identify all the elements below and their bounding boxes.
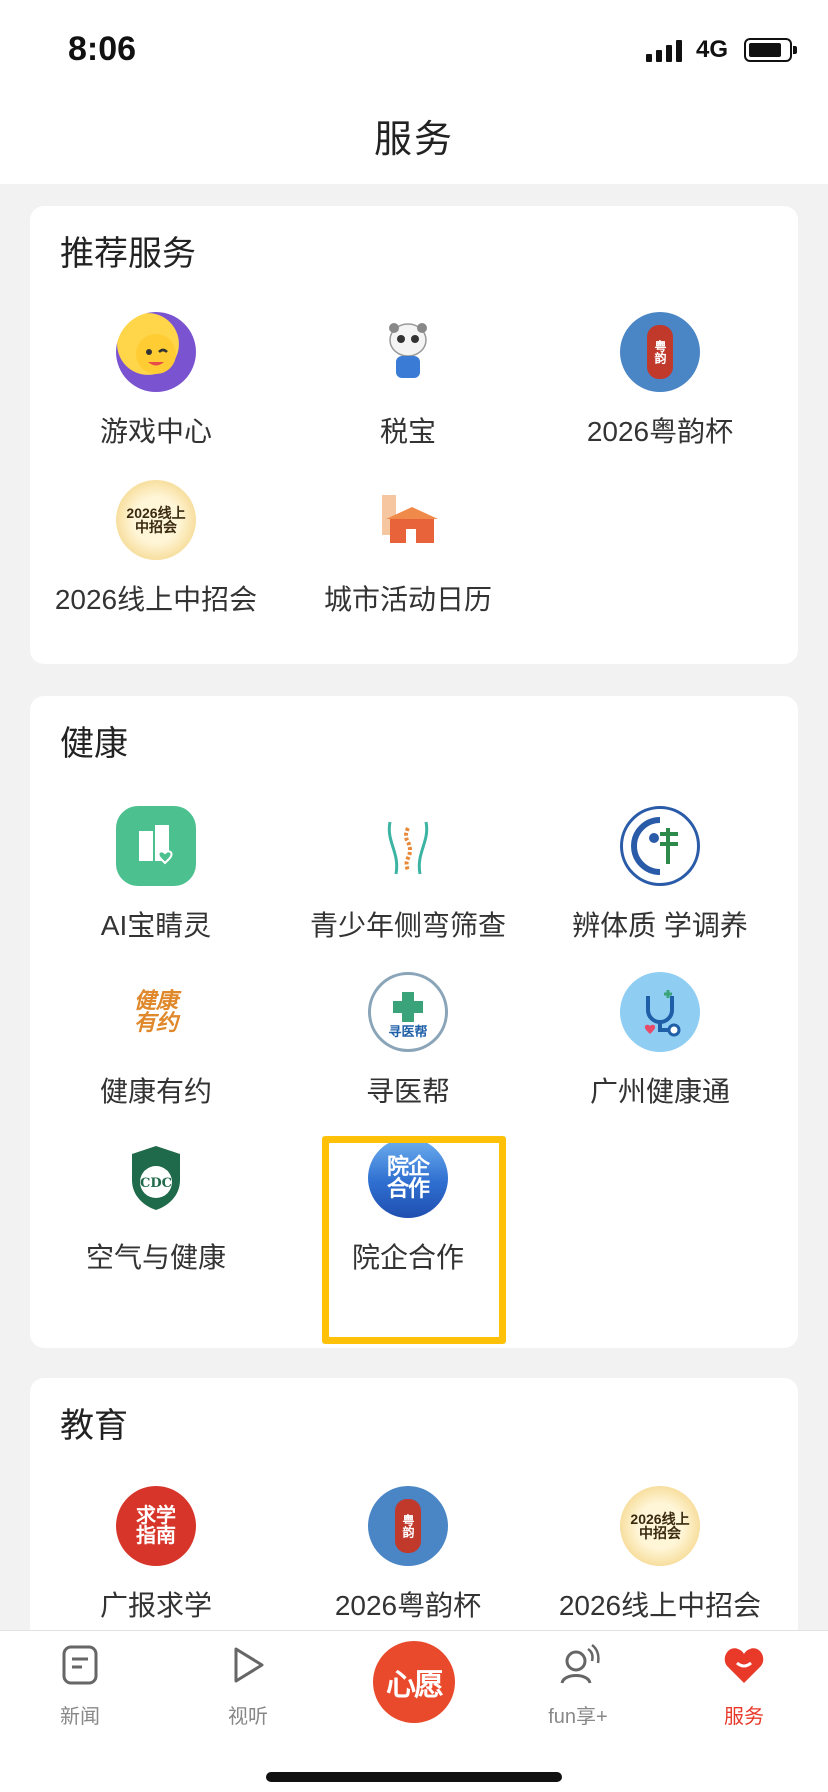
cdc-icon-text: CDC bbox=[140, 1176, 172, 1191]
spine-icon bbox=[368, 806, 448, 886]
service-hospital-enterprise[interactable]: 院企 合作 院企合作 bbox=[282, 1138, 534, 1276]
service-label: 寻医帮 bbox=[365, 1076, 450, 1107]
find-doctor-icon: 寻医帮 bbox=[368, 972, 448, 1052]
service-label: 广州健康通 bbox=[589, 1076, 730, 1107]
health-appointment-icon: 健康 有约 bbox=[116, 972, 196, 1052]
find-doctor-icon-text: 寻医帮 bbox=[388, 1024, 427, 1040]
service-recruitment-fair[interactable]: 2026线上 中招会 2026线上中招会 bbox=[30, 480, 282, 618]
tab-video[interactable]: 视听 bbox=[188, 1643, 308, 1729]
study-guide-icon: 求学 指南 bbox=[116, 1486, 196, 1566]
tab-label: fun享+ bbox=[548, 1706, 608, 1728]
home-indicator bbox=[266, 1772, 562, 1782]
heart-service-icon bbox=[724, 1648, 764, 1683]
service-air-health[interactable]: CDC 空气与健康 bbox=[30, 1138, 282, 1276]
section-title: 教育 bbox=[60, 1407, 128, 1445]
battery-icon bbox=[744, 38, 797, 62]
service-yueyun-cup[interactable]: 粤韵 2026粤韵杯 bbox=[282, 1486, 534, 1624]
hospital-enterprise-icon: 院企 合作 bbox=[368, 1138, 448, 1218]
service-label: 2026粤韵杯 bbox=[586, 416, 734, 447]
service-label: 税宝 bbox=[379, 416, 436, 447]
tab-label: 视听 bbox=[228, 1706, 268, 1728]
game-mascot-icon bbox=[116, 312, 196, 392]
service-tax-bao[interactable]: 税宝 bbox=[282, 312, 534, 450]
service-study-guide[interactable]: 求学 指南 广报求学 bbox=[30, 1486, 282, 1624]
section-title: 推荐服务 bbox=[60, 235, 196, 273]
service-label: AI宝睛灵 bbox=[100, 910, 212, 941]
service-label: 辨体质 学调养 bbox=[572, 910, 748, 941]
tab-service[interactable]: 服务 bbox=[684, 1643, 804, 1729]
service-label: 青少年侧弯筛查 bbox=[309, 910, 506, 941]
service-label: 健康有约 bbox=[99, 1076, 212, 1107]
city-calendar-icon bbox=[368, 480, 448, 560]
service-city-calendar[interactable]: 城市活动日历 bbox=[282, 480, 534, 618]
status-indicators: 4G bbox=[645, 36, 797, 64]
section-title: 健康 bbox=[60, 725, 128, 763]
fun-user-icon bbox=[560, 1644, 600, 1684]
service-spine-screening[interactable]: 青少年侧弯筛查 bbox=[282, 806, 534, 944]
stethoscope-icon bbox=[620, 972, 700, 1052]
network-type: 4G bbox=[695, 36, 728, 63]
service-constitution[interactable]: 辨体质 学调养 bbox=[534, 806, 786, 944]
service-label: 2026线上中招会 bbox=[54, 584, 258, 615]
page-header: 服务 bbox=[0, 96, 828, 184]
tax-mascot-icon bbox=[368, 312, 448, 392]
service-label: 广报求学 bbox=[99, 1590, 212, 1621]
signal-icon bbox=[645, 38, 682, 62]
tab-fun[interactable]: fun享+ bbox=[518, 1643, 638, 1729]
service-ai-eye[interactable]: AI宝睛灵 bbox=[30, 806, 282, 944]
service-guangzhou-health[interactable]: 广州健康通 bbox=[534, 972, 786, 1110]
section-recommended: 推荐服务 游戏中心 税宝 粤韵 2026粤韵杯 2026线上 中招会 2026线… bbox=[30, 206, 798, 664]
bottom-tab-bar: 新闻 视听 心愿 fun享+ 服务 bbox=[0, 1630, 828, 1792]
service-label: 2026线上中招会 bbox=[558, 1590, 762, 1621]
constitution-icon bbox=[620, 806, 700, 886]
service-health-appointment[interactable]: 健康 有约 健康有约 bbox=[30, 972, 282, 1110]
news-icon bbox=[62, 1645, 98, 1685]
service-label: 空气与健康 bbox=[85, 1242, 226, 1273]
tab-label: 服务 bbox=[724, 1706, 764, 1728]
service-recruitment-fair[interactable]: 2026线上 中招会 2026线上中招会 bbox=[534, 1486, 786, 1624]
status-time: 8:06 bbox=[68, 30, 137, 68]
recruitment-fair-icon: 2026线上 中招会 bbox=[116, 480, 196, 560]
service-yueyun-cup[interactable]: 粤韵 2026粤韵杯 bbox=[534, 312, 786, 450]
tab-label: 新闻 bbox=[60, 1706, 100, 1728]
status-bar: 8:06 4G bbox=[0, 0, 828, 96]
ai-eye-icon bbox=[116, 806, 196, 886]
service-find-doctor[interactable]: 寻医帮 寻医帮 bbox=[282, 972, 534, 1110]
recruitment-fair-icon: 2026线上 中招会 bbox=[620, 1486, 700, 1566]
yueyun-cup-icon: 粤韵 bbox=[368, 1486, 448, 1566]
wish-label: 心愿 bbox=[386, 1669, 444, 1702]
service-label: 城市活动日历 bbox=[323, 584, 492, 615]
yueyun-cup-icon: 粤韵 bbox=[620, 312, 700, 392]
service-game-center[interactable]: 游戏中心 bbox=[30, 312, 282, 450]
cdc-icon: CDC bbox=[116, 1138, 196, 1218]
service-label: 游戏中心 bbox=[99, 416, 212, 447]
service-label: 2026粤韵杯 bbox=[334, 1590, 482, 1621]
tab-news[interactable]: 新闻 bbox=[20, 1643, 140, 1729]
wish-button[interactable]: 心愿 bbox=[373, 1641, 455, 1723]
page-title: 服务 bbox=[373, 119, 454, 161]
play-icon bbox=[234, 1647, 264, 1683]
service-label: 院企合作 bbox=[351, 1242, 464, 1273]
section-health: 健康 AI宝睛灵 青少年侧弯筛查 辨体质 学调养 健康 有约 健康有约 寻医帮 … bbox=[30, 696, 798, 1348]
